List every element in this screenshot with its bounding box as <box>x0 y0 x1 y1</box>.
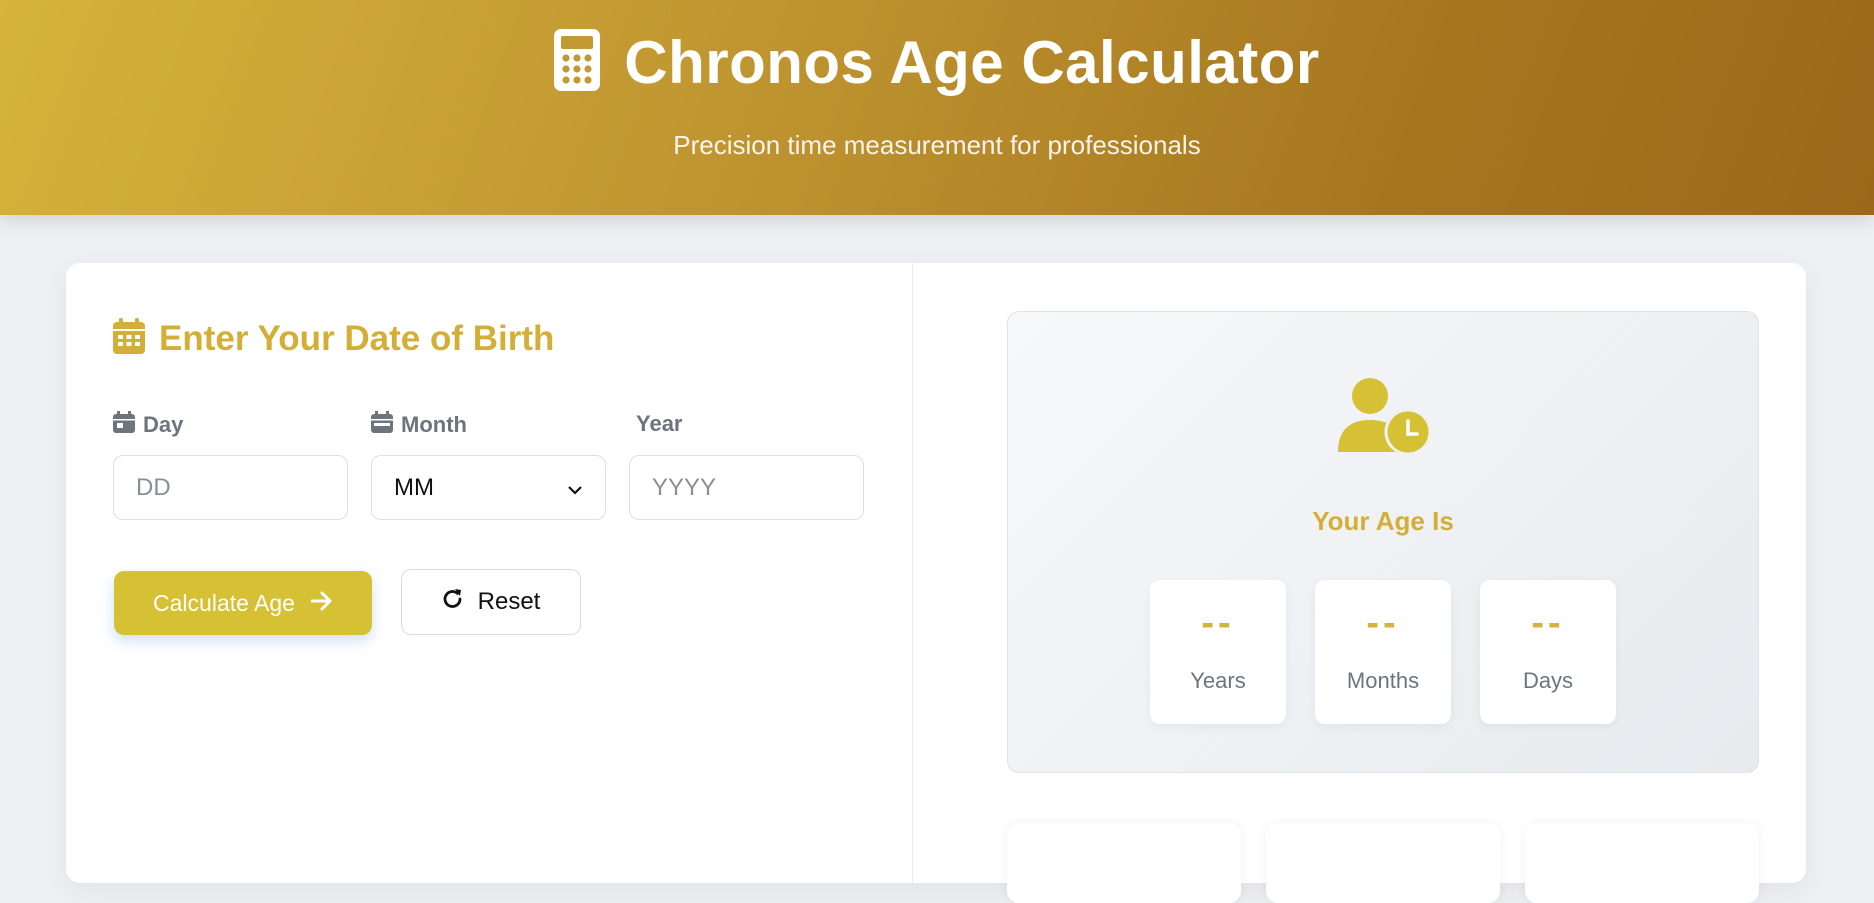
year-label: Year <box>636 411 683 437</box>
reset-label: Reset <box>477 588 541 615</box>
result-title: Your Age Is <box>1312 506 1454 536</box>
months-value: -- <box>1366 602 1400 644</box>
month-select[interactable]: MM <box>371 455 606 520</box>
month-label-text: Month <box>401 412 467 437</box>
months-box: -- Months <box>1315 580 1451 724</box>
calculate-label: Calculate Age <box>153 589 295 616</box>
result-panel: Your Age Is -- Years -- Months -- Days <box>1007 311 1759 773</box>
page-subtitle: Precision time measurement for professio… <box>673 130 1201 160</box>
arrow-right-icon <box>310 590 333 617</box>
app-header: Chronos Age Calculator Precision time me… <box>0 0 1874 215</box>
chevron-down-icon <box>567 474 583 502</box>
stat-card <box>1266 823 1500 903</box>
year-input[interactable]: YYYY <box>629 455 864 520</box>
calculator-icon <box>554 29 601 96</box>
panel-divider <box>912 263 913 883</box>
calculator-card: Enter Your Date of Birth Day Month Year <box>66 263 1806 903</box>
redo-icon <box>442 588 464 617</box>
days-label: Days <box>1522 668 1574 693</box>
day-placeholder: DD <box>136 473 171 501</box>
calendar-month-icon <box>371 411 393 439</box>
days-value: -- <box>1531 602 1565 644</box>
days-box: -- Days <box>1480 580 1616 724</box>
year-label-text: Year <box>636 411 683 436</box>
day-label: Day <box>113 411 183 439</box>
calendar-day-icon <box>113 411 135 439</box>
stat-card <box>1007 823 1241 903</box>
years-box: -- Years <box>1150 580 1286 724</box>
month-selected-value: MM <box>394 473 434 501</box>
stat-card <box>1525 823 1759 903</box>
title-row: Chronos Age Calculator <box>0 28 1874 97</box>
years-label: Years <box>1190 668 1246 693</box>
calendar-icon <box>113 318 145 359</box>
user-clock-icon <box>1338 378 1434 459</box>
form-title: Enter Your Date of Birth <box>159 318 555 358</box>
months-label: Months <box>1346 668 1420 693</box>
reset-button[interactable]: Reset <box>401 569 581 635</box>
day-input[interactable]: DD <box>113 455 348 520</box>
month-label: Month <box>371 411 467 439</box>
form-heading: Enter Your Date of Birth <box>113 318 554 359</box>
page-title: Chronos Age Calculator <box>624 29 1320 96</box>
calculate-age-button[interactable]: Calculate Age <box>114 571 372 635</box>
day-label-text: Day <box>143 412 184 437</box>
years-value: -- <box>1201 602 1235 644</box>
year-placeholder: YYYY <box>652 473 717 501</box>
